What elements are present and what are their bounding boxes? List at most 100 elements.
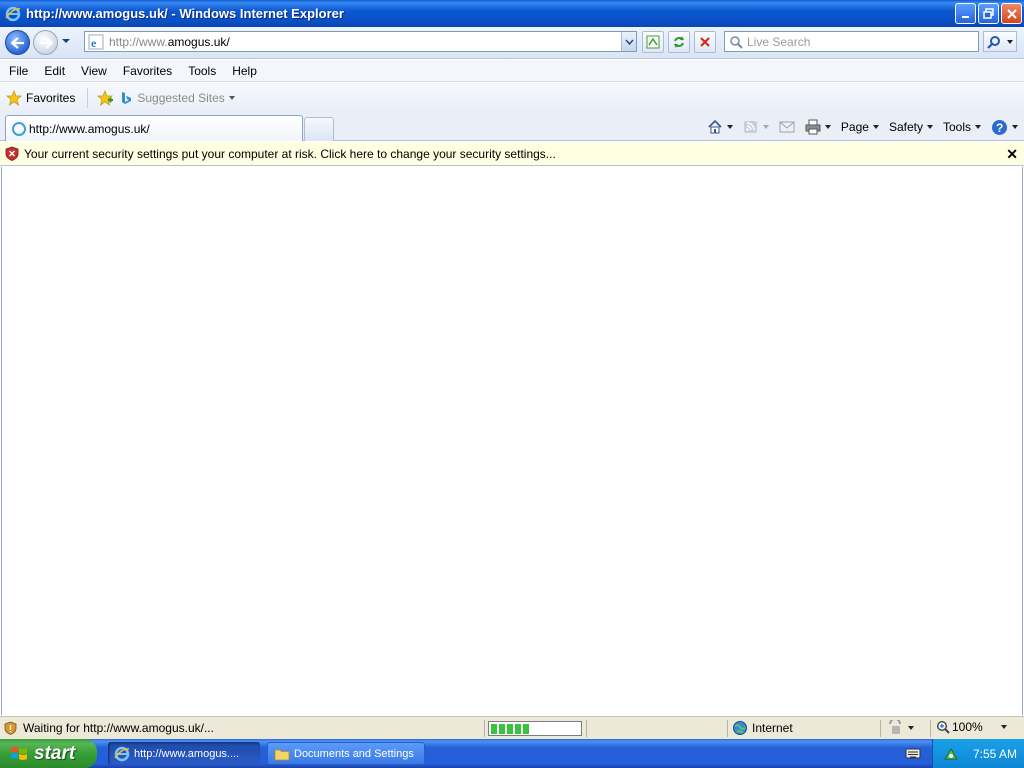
window-controls: [955, 3, 1022, 24]
system-tray: 7:55 AM: [932, 739, 1024, 768]
tab-active[interactable]: http://www.amogus.uk/: [5, 115, 303, 141]
home-dropdown-icon: [726, 125, 733, 129]
favorites-separator: [87, 88, 89, 108]
folder-icon: [274, 749, 290, 760]
recent-pages-dropdown[interactable]: [61, 37, 71, 45]
back-button[interactable]: [5, 30, 30, 55]
stop-icon: [700, 37, 710, 47]
restore-icon: [982, 7, 994, 19]
menu-tools[interactable]: Tools: [180, 64, 224, 78]
clock: 7:55 AM: [973, 746, 1018, 761]
menu-view[interactable]: View: [73, 64, 115, 78]
security-zone-label: Internet: [752, 721, 793, 735]
network-tray-icon[interactable]: [943, 746, 959, 762]
address-input[interactable]: e http://www.amogus.uk/: [84, 31, 637, 52]
protected-mode-button[interactable]: [886, 720, 914, 736]
page-menu-label: Page: [840, 120, 869, 134]
information-bar[interactable]: Your current security settings put your …: [0, 142, 1024, 166]
ie-icon: [5, 6, 21, 21]
information-bar-message: Your current security settings put your …: [24, 146, 556, 161]
taskbar-item-ie[interactable]: http://www.amogus....: [108, 742, 260, 765]
loading-spinner-icon: [12, 121, 26, 136]
status-bar: Waiting for http://www.amogus.uk/... Int…: [0, 716, 1024, 739]
print-dropdown-icon: [824, 125, 831, 129]
menu-file[interactable]: File: [0, 64, 36, 78]
minimize-button[interactable]: [955, 3, 976, 24]
bing-icon: [122, 92, 132, 104]
stop-button[interactable]: [694, 31, 716, 53]
title-bar: http://www.amogus.uk/ - Windows Internet…: [0, 0, 1024, 27]
status-separator: [727, 720, 728, 737]
page-ie-icon: e: [88, 34, 104, 50]
protected-mode-dropdown-icon: [908, 726, 914, 730]
favorites-button[interactable]: Favorites: [6, 90, 75, 106]
search-input[interactable]: Live Search: [724, 31, 979, 52]
favorites-star-icon: [6, 90, 22, 106]
address-url: http://www.amogus.uk/: [109, 35, 230, 49]
page-content[interactable]: [1, 167, 1023, 715]
close-icon: [1006, 8, 1017, 19]
security-shield-icon: [4, 721, 17, 735]
search-button[interactable]: [983, 31, 1017, 52]
close-button[interactable]: [1001, 3, 1022, 24]
home-button[interactable]: [707, 119, 733, 135]
print-button[interactable]: [805, 119, 831, 135]
security-warning-shield-icon: [5, 146, 19, 161]
information-bar-close-button[interactable]: ✕: [1006, 146, 1018, 163]
chevron-down-icon: [624, 39, 634, 45]
menu-edit[interactable]: Edit: [36, 64, 73, 78]
minimize-icon: [961, 15, 969, 18]
keyboard-language-icon[interactable]: [905, 746, 921, 760]
refresh-icon: [674, 36, 684, 48]
zoom-level-label: 100%: [952, 720, 983, 734]
add-to-favorites-bar-icon[interactable]: [96, 89, 114, 107]
progress-block: [515, 723, 521, 734]
status-separator: [586, 720, 587, 737]
zoom-dropdown-icon: [1000, 725, 1007, 729]
safety-menu[interactable]: Safety: [889, 120, 933, 134]
safety-dropdown-icon: [926, 125, 933, 129]
status-separator: [484, 720, 485, 737]
taskbar-item-documents-and-settings[interactable]: Documents and Settings: [267, 742, 425, 765]
rss-feed-icon: [743, 121, 757, 133]
security-zone[interactable]: Internet: [732, 720, 793, 736]
tab-row: http://www.amogus.uk/ Page Safety Tools: [0, 113, 1024, 141]
start-button[interactable]: start: [0, 739, 97, 768]
progress-block: [523, 723, 529, 734]
taskbar: start http://www.amogus.... Documents an…: [0, 739, 1024, 768]
menu-favorites[interactable]: Favorites: [115, 64, 180, 78]
search-options-dropdown-icon: [1006, 39, 1013, 44]
help-icon: ?: [992, 119, 1007, 135]
status-separator: [880, 720, 881, 737]
restore-button[interactable]: [978, 3, 999, 24]
search-placeholder: Live Search: [747, 34, 811, 49]
mail-icon: [779, 121, 795, 133]
read-mail-button[interactable]: [779, 120, 795, 134]
help-dropdown-icon: [1012, 125, 1018, 129]
tools-dropdown-icon: [975, 125, 981, 129]
protected-mode-icon: [889, 720, 901, 734]
refresh-button[interactable]: [668, 31, 690, 53]
menu-help[interactable]: Help: [224, 64, 265, 78]
progress-block: [499, 723, 505, 734]
address-dropdown-button[interactable]: [621, 32, 636, 51]
zoom-control[interactable]: 100%: [936, 720, 1007, 734]
page-menu[interactable]: Page: [841, 120, 879, 134]
forward-button[interactable]: [33, 30, 58, 55]
page-dropdown-icon: [872, 125, 879, 129]
taskbar-item-label: http://www.amogus....: [134, 747, 240, 760]
window-title: http://www.amogus.uk/ - Windows Internet…: [26, 6, 344, 21]
zoom-magnifier-icon: [936, 720, 950, 734]
feeds-button[interactable]: [743, 119, 769, 135]
new-tab-button[interactable]: [304, 117, 334, 141]
command-bar: Page Safety Tools ?: [697, 117, 1018, 137]
svg-text:?: ?: [996, 121, 1003, 135]
compatibility-icon: [646, 35, 660, 49]
printer-icon: [805, 119, 821, 135]
search-icon: [730, 35, 743, 49]
compatibility-view-button[interactable]: [642, 31, 664, 53]
internet-globe-icon: [733, 721, 747, 735]
tools-menu[interactable]: Tools: [943, 120, 981, 134]
suggested-sites-button[interactable]: Suggested Sites: [120, 91, 235, 105]
help-menu[interactable]: ?: [991, 119, 1018, 136]
